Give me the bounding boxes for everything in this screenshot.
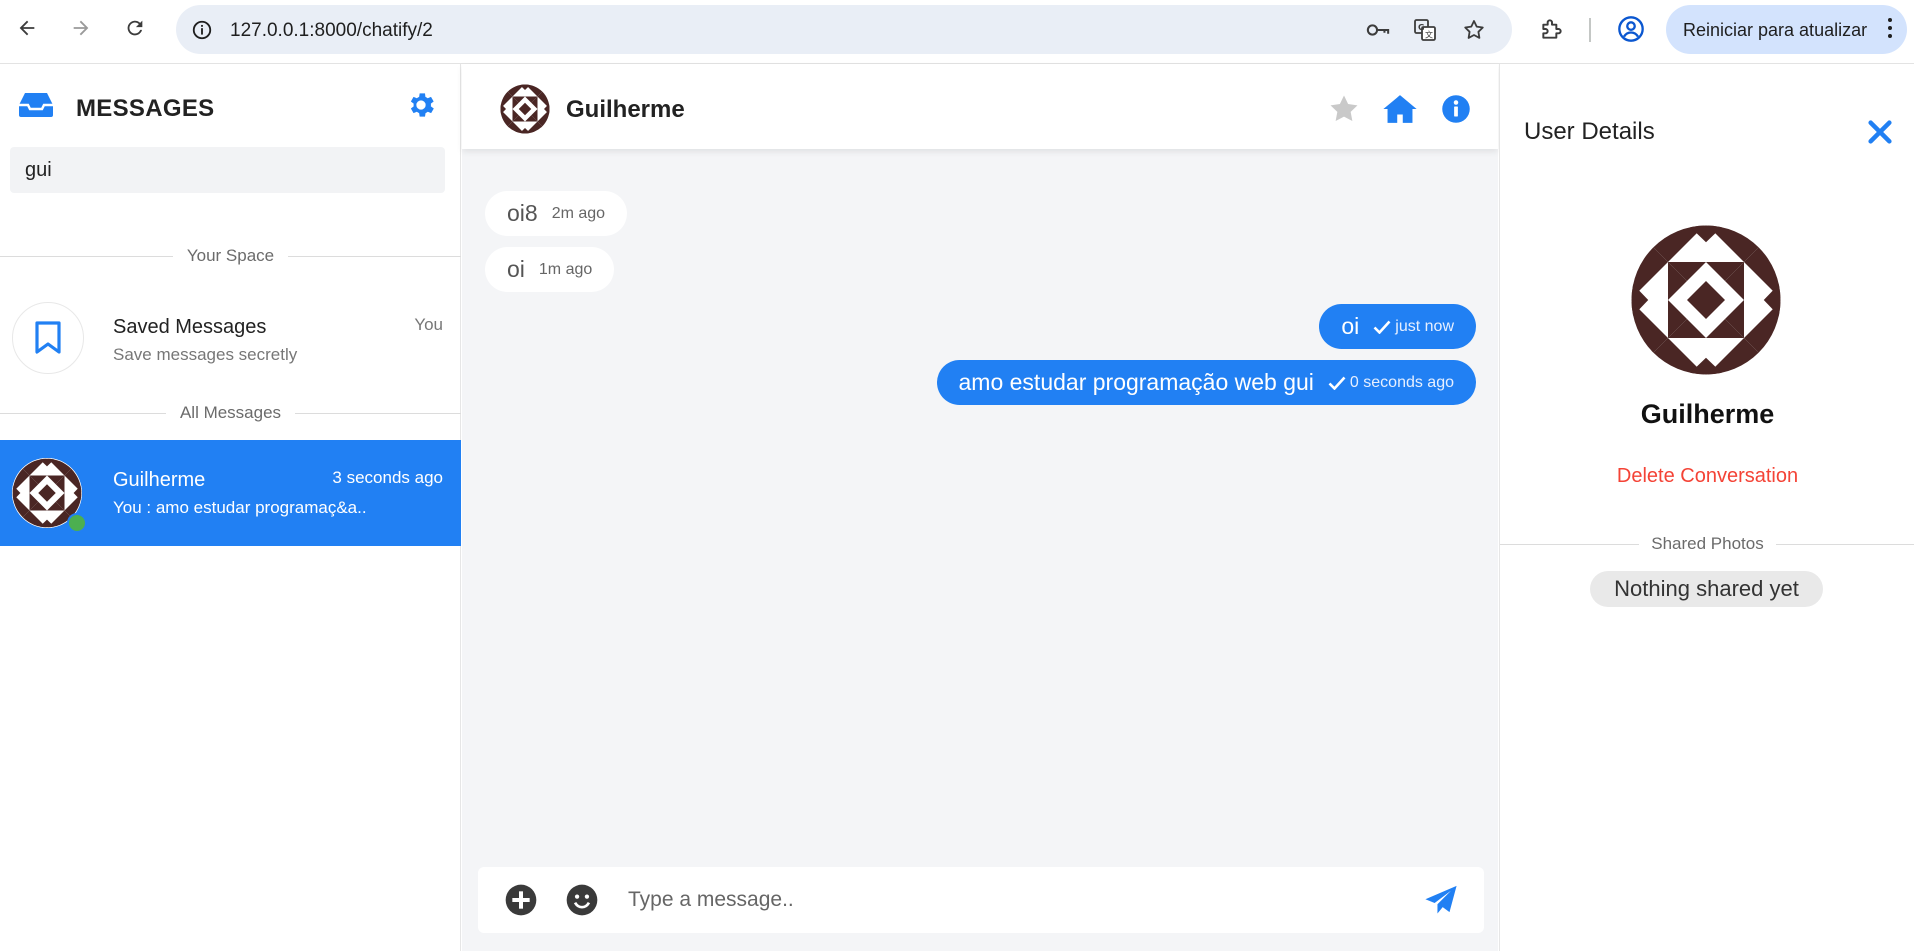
info-icon[interactable] bbox=[1438, 91, 1474, 127]
message-composer bbox=[478, 867, 1484, 933]
translate-icon[interactable]: G文 bbox=[1413, 19, 1437, 41]
user-details-name: Guilherme bbox=[1640, 399, 1775, 429]
message-text: amo estudar programação web gui bbox=[958, 369, 1314, 395]
reload-icon[interactable] bbox=[120, 13, 150, 43]
back-arrow-icon[interactable] bbox=[12, 13, 42, 43]
your-space-divider: Your Space bbox=[0, 246, 461, 266]
message-time: 1m ago bbox=[538, 260, 593, 278]
message-input[interactable] bbox=[628, 881, 1388, 919]
message-bubble-sent[interactable]: oi just now bbox=[1319, 304, 1476, 349]
user-details-panel: User Details Guilherme Delete Conversati… bbox=[1499, 64, 1914, 951]
message-text: oi8 bbox=[507, 200, 538, 226]
address-bar[interactable]: 127.0.0.1:8000/chatify/2 G文 bbox=[176, 5, 1512, 54]
message-meta: 0 seconds ago bbox=[1328, 374, 1454, 392]
inbox-icon bbox=[18, 92, 54, 118]
key-icon[interactable] bbox=[1366, 20, 1390, 40]
forward-arrow-icon[interactable] bbox=[66, 13, 96, 43]
all-messages-divider: All Messages bbox=[0, 403, 462, 423]
saved-messages-item[interactable]: Saved Messages Save messages secretly Yo… bbox=[0, 294, 461, 388]
chat-app: MESSAGES Your Space Saved Messages Save … bbox=[0, 64, 1914, 951]
check-icon bbox=[1328, 376, 1346, 390]
user-details-avatar bbox=[1630, 224, 1782, 376]
home-icon[interactable] bbox=[1382, 91, 1418, 127]
message-text: oi bbox=[507, 256, 525, 282]
bookmark-avatar bbox=[12, 302, 84, 374]
message-bubble-received[interactable]: oi 1m ago bbox=[485, 247, 615, 292]
contact-name: Guilherme bbox=[113, 469, 206, 491]
svg-text:G: G bbox=[1418, 23, 1425, 32]
shared-photos-label: Shared Photos bbox=[1651, 534, 1764, 553]
page-title: MESSAGES bbox=[76, 95, 215, 122]
chat-header: Guilherme bbox=[462, 64, 1498, 149]
update-button-label: Reiniciar para atualizar bbox=[1683, 20, 1868, 40]
bookmark-icon bbox=[35, 321, 61, 354]
chat-header-avatar[interactable] bbox=[500, 84, 550, 134]
all-messages-label: All Messages bbox=[179, 403, 282, 422]
contact-item[interactable]: Guilherme You : amo estudar programaç&a.… bbox=[0, 440, 461, 546]
close-icon[interactable] bbox=[1864, 116, 1896, 148]
search-input[interactable] bbox=[10, 147, 445, 193]
saved-messages-name: Saved Messages bbox=[113, 316, 267, 338]
emoji-icon[interactable] bbox=[565, 883, 599, 917]
shared-photos-divider: Shared Photos bbox=[1500, 534, 1914, 554]
message-text: oi bbox=[1341, 313, 1360, 339]
toolbar-separator bbox=[1589, 18, 1591, 42]
more-menu-icon[interactable] bbox=[1887, 18, 1893, 42]
saved-messages-owner: You bbox=[414, 315, 443, 334]
messenger-list-panel: MESSAGES Your Space Saved Messages Save … bbox=[0, 64, 462, 951]
delete-conversation-button[interactable]: Delete Conversation bbox=[1500, 465, 1914, 488]
list-header: MESSAGES bbox=[0, 64, 461, 124]
site-info-icon[interactable] bbox=[190, 20, 214, 40]
message-time: just now bbox=[1395, 317, 1454, 335]
favorite-star-icon[interactable] bbox=[1326, 91, 1362, 127]
conversation-panel: Guilherme oi8 2m ago oi 1m ago oi just n… bbox=[462, 64, 1498, 951]
contact-last-message: You : amo estudar programaç&a.. bbox=[113, 498, 367, 517]
online-status-indicator bbox=[67, 513, 87, 533]
plus-icon[interactable] bbox=[504, 883, 538, 917]
your-space-label: Your Space bbox=[186, 246, 275, 265]
send-icon[interactable] bbox=[1424, 883, 1458, 917]
url-text: 127.0.0.1:8000/chatify/2 bbox=[230, 20, 433, 41]
extensions-icon[interactable] bbox=[1538, 15, 1566, 43]
user-details-title: User Details bbox=[1524, 118, 1655, 145]
message-time: 0 seconds ago bbox=[1349, 373, 1454, 391]
chat-contact-name[interactable]: Guilherme bbox=[566, 96, 685, 124]
gear-icon[interactable] bbox=[405, 89, 437, 121]
saved-messages-subtitle: Save messages secretly bbox=[113, 345, 298, 364]
profile-icon[interactable] bbox=[1617, 15, 1645, 43]
svg-text:文: 文 bbox=[1425, 30, 1433, 40]
shared-photos-empty-badge: Nothing shared yet bbox=[1590, 571, 1823, 607]
star-icon[interactable] bbox=[1462, 20, 1486, 40]
update-browser-button[interactable]: Reiniciar para atualizar bbox=[1666, 5, 1907, 54]
browser-toolbar: 127.0.0.1:8000/chatify/2 G文 Reiniciar pa… bbox=[0, 0, 1914, 64]
message-bubble-sent[interactable]: amo estudar programação web gui 0 second… bbox=[936, 360, 1476, 405]
message-meta: just now bbox=[1373, 318, 1454, 336]
message-time: 2m ago bbox=[551, 204, 606, 222]
check-icon bbox=[1373, 320, 1391, 334]
message-bubble-received[interactable]: oi8 2m ago bbox=[485, 191, 628, 236]
contact-time: 3 seconds ago bbox=[332, 468, 443, 487]
